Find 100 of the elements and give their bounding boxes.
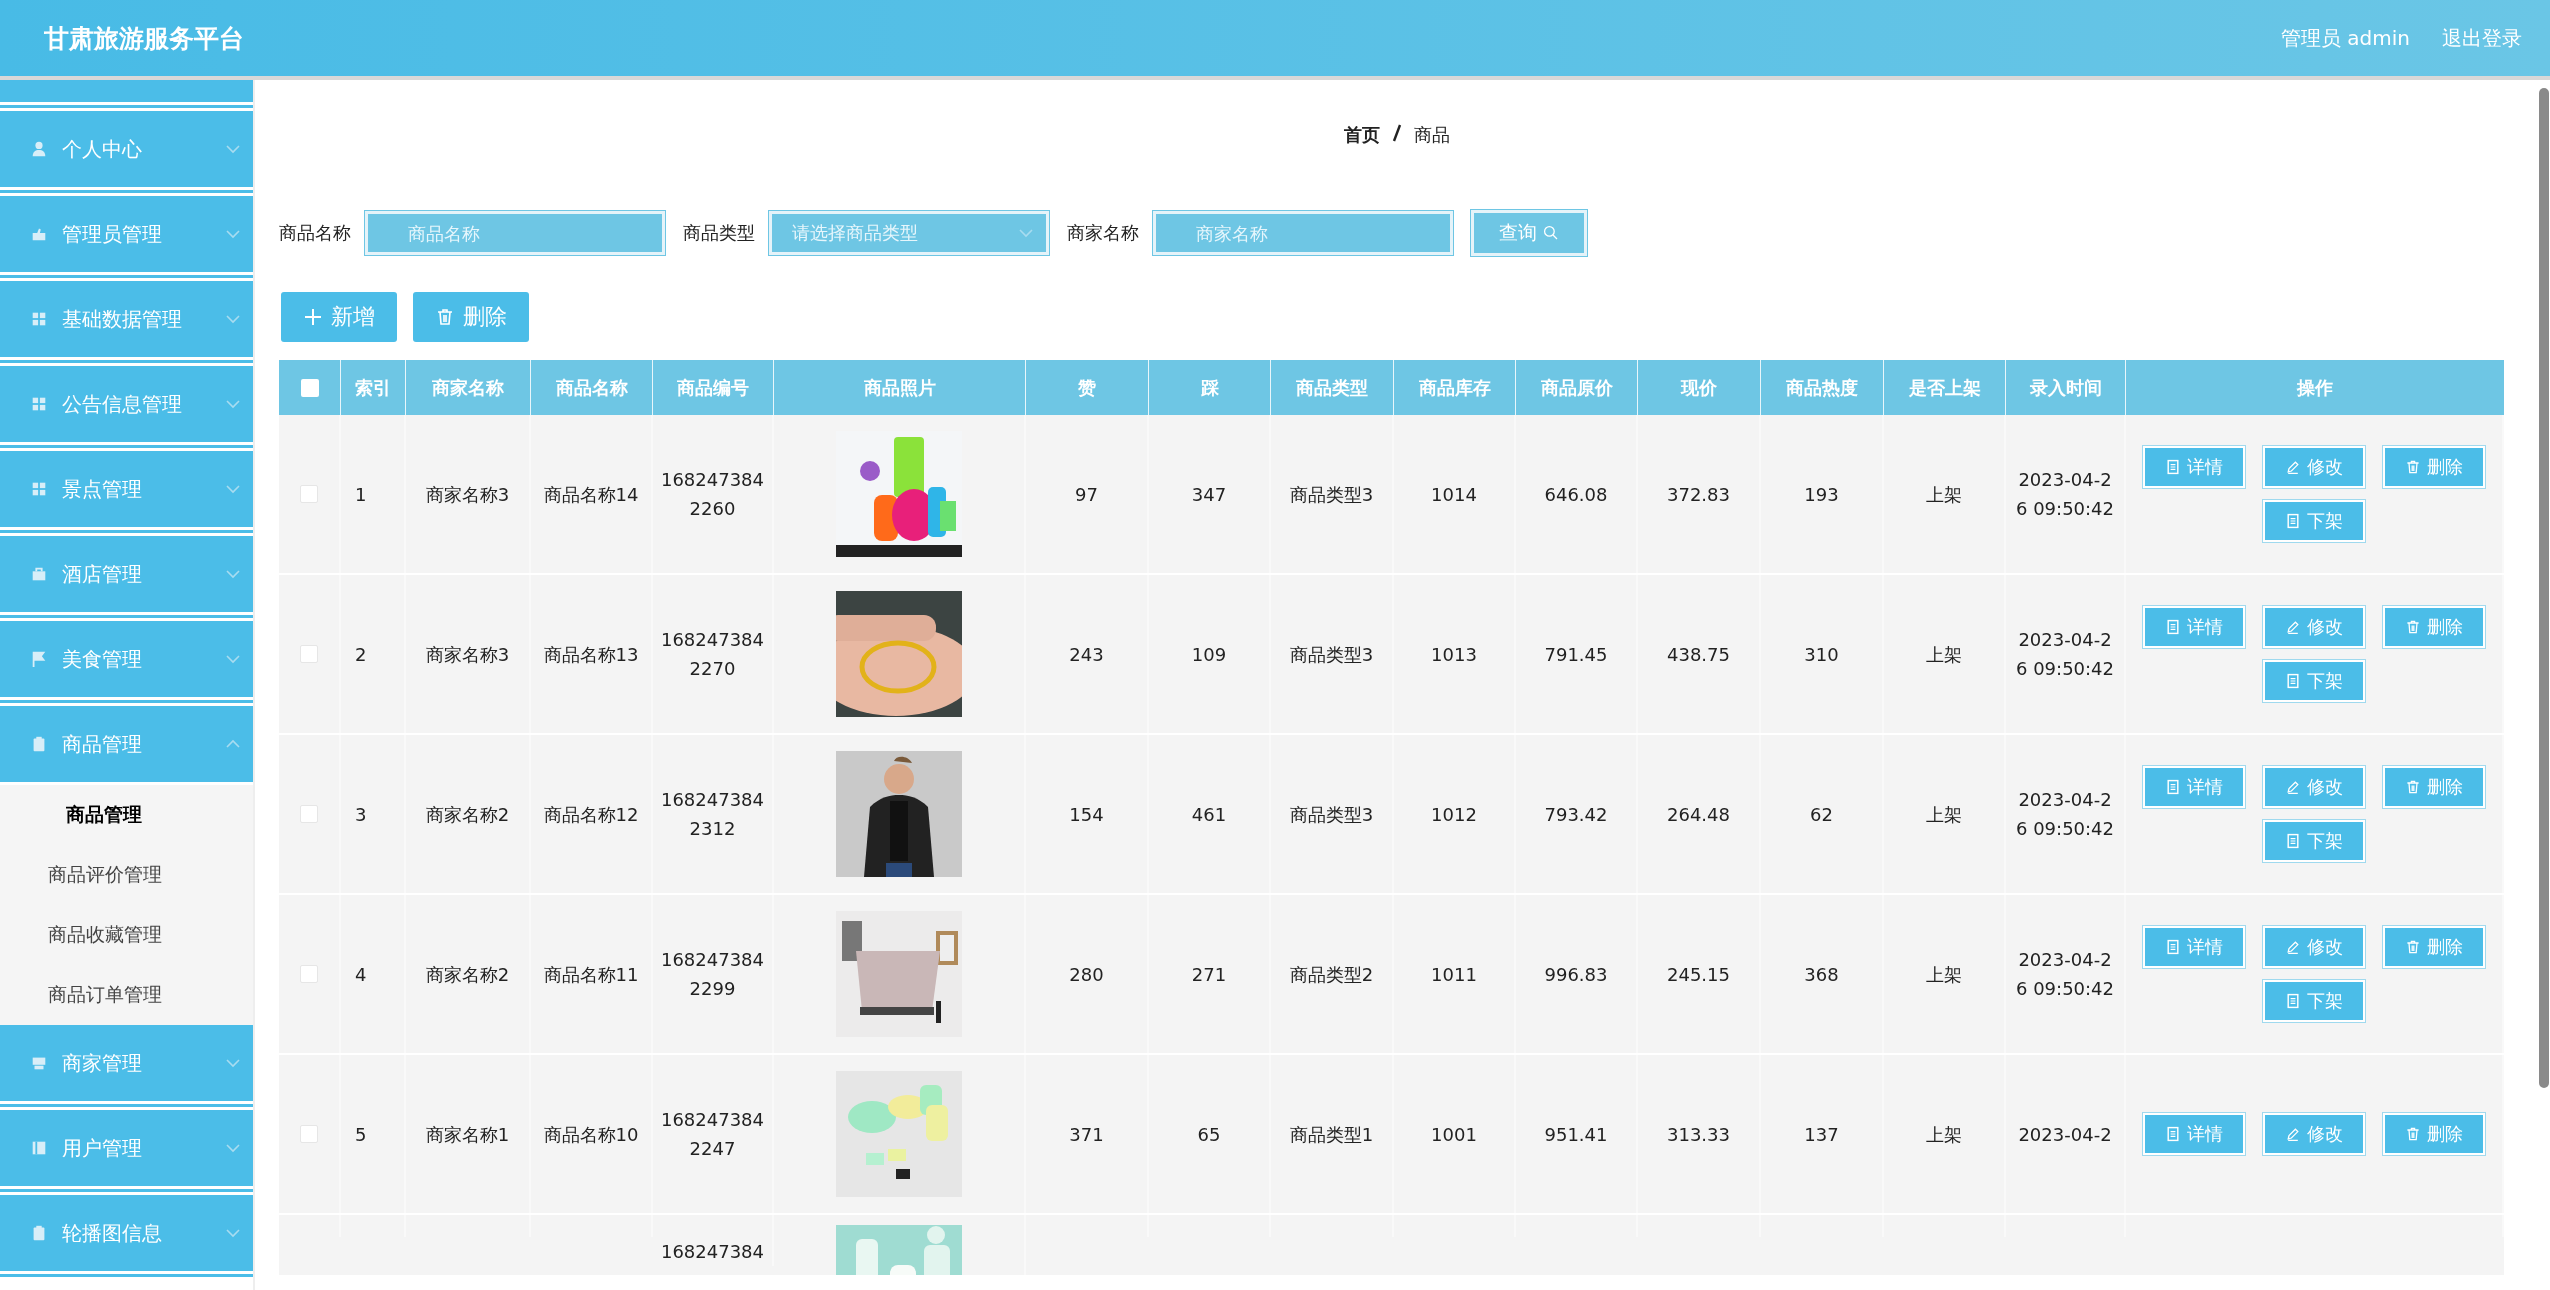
table-cell: 168247384 2247 <box>653 1055 774 1213</box>
table-cell: 371 <box>1026 1055 1149 1213</box>
menu-item[interactable]: 酒店管理 <box>0 536 253 615</box>
action-button[interactable]: 修改 <box>2263 766 2365 808</box>
table-cell: 2023-04-2 6 09:50:42 <box>2006 415 2126 573</box>
menu-item[interactable]: 公告信息管理 <box>0 366 253 445</box>
select-field[interactable]: 请选择商品类型 <box>769 211 1049 255</box>
row-checkbox[interactable] <box>300 485 318 503</box>
logout-link[interactable]: 退出登录 <box>2442 24 2522 52</box>
action-button[interactable]: 详情 <box>2143 766 2245 808</box>
grid-icon <box>30 480 48 498</box>
menu-item[interactable]: 景点管理 <box>0 451 253 530</box>
table-cell: 3 <box>341 735 406 893</box>
breadcrumb-link[interactable]: 首页 <box>1343 123 1380 147</box>
table-cell: 上架 <box>1884 575 2006 733</box>
action-button[interactable]: 删除 <box>2383 926 2485 968</box>
grid-icon <box>30 310 48 328</box>
action-button[interactable]: 下架 <box>2263 500 2365 542</box>
table-cell: 313.33 <box>1638 1055 1761 1213</box>
submenu-item[interactable]: 商品评价管理 <box>0 845 253 905</box>
action-button[interactable]: 下架 <box>2263 980 2365 1022</box>
row-checkbox[interactable] <box>300 645 318 663</box>
table-cell: 646.08 <box>1516 415 1638 573</box>
action-button[interactable]: 详情 <box>2143 606 2245 648</box>
table-cell: 商品类型3 <box>1271 735 1394 893</box>
table-cell: 168247384 2312 <box>653 735 774 893</box>
action-button[interactable]: 下架 <box>2263 820 2365 862</box>
table-cell: 1014 <box>1394 415 1516 573</box>
menu-item[interactable]: 轮播图信息 <box>0 1195 253 1274</box>
document-icon <box>2285 993 2301 1009</box>
grid-icon <box>30 395 48 413</box>
table-cell: 793.42 <box>1516 735 1638 893</box>
pencil-icon <box>2285 619 2301 635</box>
table-cell: 商品类型3 <box>1271 575 1394 733</box>
table-cell: 商家名称3 <box>406 575 531 733</box>
submenu-item[interactable]: 商品订单管理 <box>0 965 253 1025</box>
table-cell: 168247384 <box>653 1215 774 1266</box>
table-cell: 商家名称2 <box>406 735 531 893</box>
action-button[interactable]: 删除 <box>2383 1113 2485 1155</box>
pencil-icon <box>2285 1126 2301 1142</box>
table-cell: 264.48 <box>1638 735 1761 893</box>
table-cell: 461 <box>1149 735 1271 893</box>
action-button[interactable]: 下架 <box>2263 660 2365 702</box>
search-button[interactable]: 查询 <box>1471 210 1587 256</box>
menu-item[interactable]: 个人中心 <box>0 111 253 190</box>
table-cell: 243 <box>1026 575 1149 733</box>
submenu-item[interactable]: 商品管理 <box>0 785 253 845</box>
table-cell: 791.45 <box>1516 575 1638 733</box>
trash-icon <box>2405 779 2421 795</box>
table-cell: 商品类型1 <box>1271 1055 1394 1213</box>
pencil-icon <box>2285 779 2301 795</box>
select-all-checkbox[interactable] <box>300 378 319 397</box>
menu-item[interactable]: 商家管理 <box>0 1025 253 1104</box>
row-checkbox[interactable] <box>300 965 318 983</box>
row-checkbox[interactable] <box>300 1125 318 1143</box>
table-cell: 商品名称14 <box>531 415 653 573</box>
menu-item[interactable]: 基础数据管理 <box>0 281 253 360</box>
column-header: 操作 <box>2296 375 2334 400</box>
scrollbar-thumb[interactable] <box>2539 88 2549 1088</box>
action-button[interactable]: 删除 <box>2383 446 2485 488</box>
table-cell: 上架 <box>1884 735 2006 893</box>
action-button[interactable]: 详情 <box>2143 446 2245 488</box>
submenu-item[interactable]: 商品收藏管理 <box>0 905 253 965</box>
search-field[interactable]: 商家名称 <box>1153 211 1453 255</box>
table-cell: 438.75 <box>1638 575 1761 733</box>
menu-item[interactable]: 商品管理 <box>0 706 253 785</box>
table-cell: 2023-04-2 6 09:50:42 <box>2006 895 2126 1053</box>
action-button[interactable]: 详情 <box>2143 926 2245 968</box>
table-cell: 154 <box>1026 735 1149 893</box>
breadcrumb-current: 商品 <box>1413 123 1450 147</box>
table-cell: 1011 <box>1394 895 1516 1053</box>
action-button[interactable]: 修改 <box>2263 606 2365 648</box>
action-button[interactable]: 修改 <box>2263 926 2365 968</box>
menu-item[interactable]: 用户管理 <box>0 1110 253 1189</box>
table-cell: 商品类型2 <box>1271 895 1394 1053</box>
action-button[interactable]: 修改 <box>2263 1113 2365 1155</box>
table-cell: 996.83 <box>1516 895 1638 1053</box>
menu-item[interactable]: 管理员管理 <box>0 196 253 275</box>
search-field[interactable]: 商品名称 <box>365 211 665 255</box>
trash-icon <box>2405 619 2421 635</box>
action-button[interactable]: 详情 <box>2143 1113 2245 1155</box>
document-icon <box>2285 833 2301 849</box>
row-checkbox[interactable] <box>300 805 318 823</box>
trash-icon <box>2405 939 2421 955</box>
table-cell: 商品名称11 <box>531 895 653 1053</box>
menu-item[interactable]: 美食管理 <box>0 621 253 700</box>
document-icon <box>2285 513 2301 529</box>
action-button[interactable]: 删除 <box>2383 766 2485 808</box>
table-cell: 310 <box>1761 575 1884 733</box>
table-cell: 1012 <box>1394 735 1516 893</box>
table-cell: 168247384 2270 <box>653 575 774 733</box>
table-cell: 347 <box>1149 415 1271 573</box>
action-button[interactable]: 修改 <box>2263 446 2365 488</box>
delete-button[interactable]: 删除 <box>413 292 529 342</box>
person-icon <box>30 140 48 158</box>
field-label: 商家名称 <box>1067 221 1139 245</box>
table-cell: 951.41 <box>1516 1055 1638 1213</box>
add-button[interactable]: 新增 <box>281 292 397 342</box>
action-button[interactable]: 删除 <box>2383 606 2485 648</box>
table-cell: 168247384 2260 <box>653 415 774 573</box>
